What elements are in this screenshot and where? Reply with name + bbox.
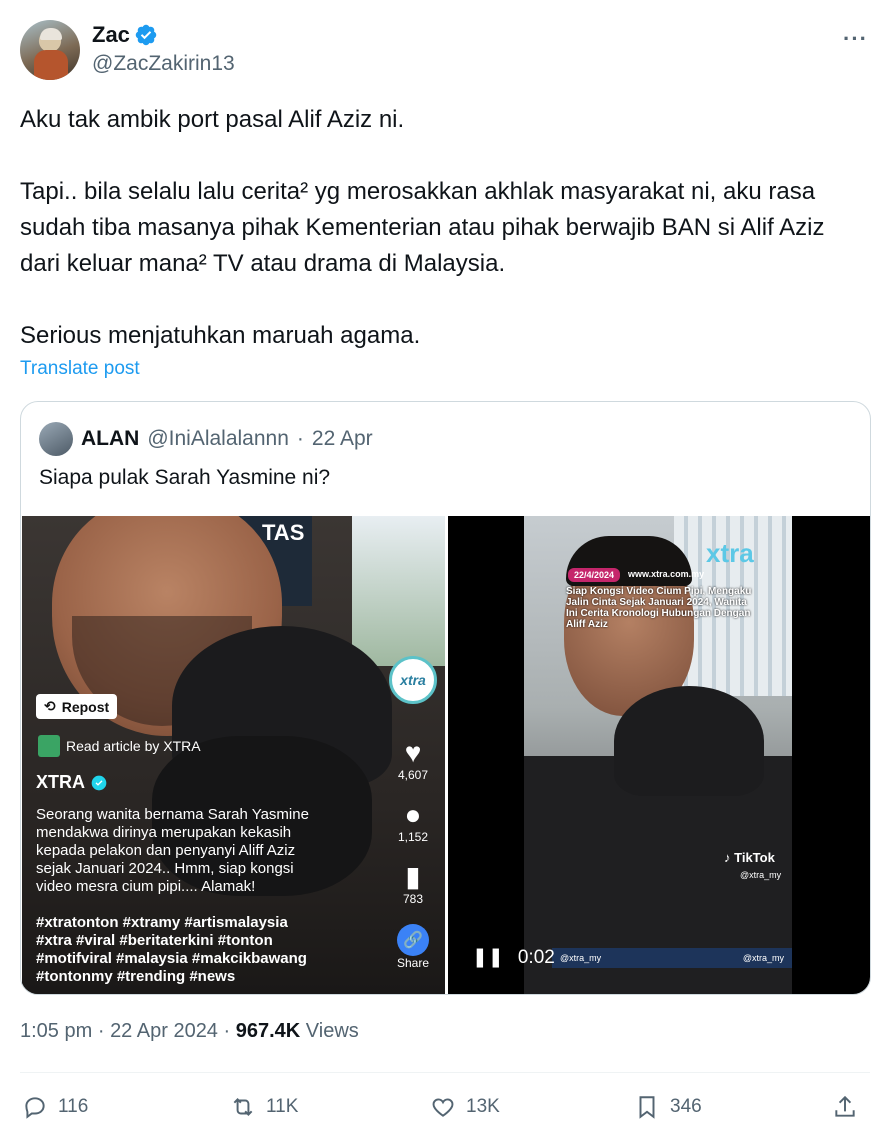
quoted-author-avatar[interactable] xyxy=(39,422,73,456)
tweet-header: Zac @ZacZakirin13 ··· xyxy=(20,20,870,80)
quoted-author-name[interactable]: ALAN xyxy=(81,427,139,451)
reply-icon xyxy=(25,1097,45,1119)
repost-icon: ⟲ xyxy=(44,698,56,714)
repost-count: 11K xyxy=(266,1096,299,1117)
repost-pill: ⟲ Repost xyxy=(36,694,118,719)
quoted-author-handle[interactable]: @IniAlalalannn xyxy=(147,427,289,451)
xtra-account-name: XTRA xyxy=(36,772,107,793)
social-handles-bar: @xtra_my @xtra_my xyxy=(552,948,792,968)
tweet-date[interactable]: 22 Apr 2024 xyxy=(110,1020,218,1042)
bookmark-icon xyxy=(639,1096,655,1119)
tweet-paragraph: Serious menjatuhkan maruah agama. xyxy=(20,322,421,349)
bookmark-button[interactable]: 346 xyxy=(634,1094,702,1120)
tweet-paragraph: Aku tak ambik port pasal Alif Aziz ni. xyxy=(20,106,405,133)
separator-dot: · xyxy=(296,427,304,450)
comment-count: 1,152 xyxy=(397,830,429,844)
author-name-row: Zac xyxy=(92,22,158,48)
share-button[interactable] xyxy=(832,1094,858,1120)
tweet-text: Aku tak ambik port pasal Alif Aziz ni. T… xyxy=(20,102,870,354)
reply-count: 116 xyxy=(58,1096,89,1117)
author-name[interactable]: Zac xyxy=(92,22,130,48)
views-label: Views xyxy=(305,1020,359,1042)
media-right-video[interactable]: xtra 22/4/2024 www.xtra.com.my Siap Kong… xyxy=(448,516,870,994)
media-left-image[interactable]: TAS ⟲ Repost Read article by XTRA XTRA S… xyxy=(22,516,445,994)
xtra-logo: xtra xyxy=(389,656,437,704)
xtra-watermark: xtra xyxy=(706,538,754,568)
video-controls: ❚❚ 0:02 xyxy=(472,946,555,969)
sign-text: TAS xyxy=(262,520,305,545)
divider xyxy=(20,1072,870,1073)
share-icon xyxy=(835,1095,855,1117)
tweet-time[interactable]: 1:05 pm xyxy=(20,1020,92,1042)
verified-small-icon xyxy=(91,775,107,790)
more-options-icon[interactable]: ··· xyxy=(843,26,868,52)
like-stat: ♥ 4,607 xyxy=(382,737,444,783)
views-count: 967.4K xyxy=(235,1020,301,1042)
video-side-actions: xtra ♥ 4,607 ● 1,152 ▮ 783 🔗 Share xyxy=(382,656,444,970)
separator-dot: · xyxy=(223,1020,231,1042)
quoted-tweet-header: ALAN @IniAlalalannn · 22 Apr xyxy=(39,422,373,456)
quoted-tweet[interactable]: ALAN @IniAlalalannn · 22 Apr Siapa pulak… xyxy=(20,401,871,995)
translate-post-link[interactable]: Translate post xyxy=(20,358,140,380)
bar-handle-right: @xtra_my xyxy=(742,953,784,963)
site-url: www.xtra.com.my xyxy=(628,569,705,579)
bookmark-count: 346 xyxy=(670,1096,702,1117)
repost-icon xyxy=(233,1098,253,1116)
repost-button[interactable]: 11K xyxy=(230,1094,298,1120)
comment-stat: ● 1,152 xyxy=(382,799,444,845)
separator-dot: · xyxy=(97,1020,105,1042)
heart-icon xyxy=(432,1098,454,1117)
like-count: 13K xyxy=(466,1096,500,1117)
woman-cap xyxy=(614,686,764,796)
video-hashtags: #xtratonton #xtramy #artismalaysia #xtra… xyxy=(36,914,307,985)
quoted-date[interactable]: 22 Apr xyxy=(312,427,373,451)
bookmark-icon: ▮ xyxy=(405,861,421,892)
share-label: Share xyxy=(396,956,430,970)
bar-handle-left: @xtra_my xyxy=(560,953,602,963)
author-handle[interactable]: @ZacZakirin13 xyxy=(92,52,235,76)
tweet-meta: 1:05 pm · 22 Apr 2024 · 967.4K Views xyxy=(20,1020,359,1043)
background-window xyxy=(352,516,445,666)
save-stat: ▮ 783 xyxy=(382,861,444,907)
verified-badge-icon[interactable] xyxy=(134,23,158,47)
tweet-actions: 116 11K 13K 346 xyxy=(20,1094,870,1124)
like-count: 4,607 xyxy=(397,768,429,782)
video-headline: Siap Kongsi Video Cium Pipi, Mengaku Jal… xyxy=(566,586,752,630)
tiktok-label: TikTok xyxy=(734,850,775,865)
author-avatar[interactable] xyxy=(20,20,80,80)
heart-icon: ♥ xyxy=(404,737,422,768)
tweet-paragraph: Tapi.. bila selalu lalu cerita² yg meros… xyxy=(20,178,832,277)
tiktok-logo: ♪ TikTok xyxy=(724,850,775,865)
read-article-row: Read article by XTRA xyxy=(38,735,201,757)
tiktok-handle: @xtra_my xyxy=(740,870,782,880)
repost-label: Repost xyxy=(61,698,110,715)
quoted-text: Siapa pulak Sarah Yasmine ni? xyxy=(39,466,331,489)
read-article-label: Read article by XTRA xyxy=(66,738,201,754)
save-count: 783 xyxy=(402,892,424,906)
like-button[interactable]: 13K xyxy=(430,1094,500,1120)
comment-icon: ● xyxy=(404,799,422,830)
video-time: 0:02 xyxy=(517,946,555,968)
reply-button[interactable]: 116 xyxy=(22,1094,88,1120)
article-icon xyxy=(38,735,60,757)
date-badge: 22/4/2024 xyxy=(568,568,621,582)
video-description: Seorang wanita bernama Sarah Yasmine men… xyxy=(36,806,309,895)
xtra-name-text: XTRA xyxy=(36,772,85,792)
pause-icon[interactable]: ❚❚ xyxy=(472,946,504,969)
share-link-icon: 🔗 xyxy=(397,924,429,956)
